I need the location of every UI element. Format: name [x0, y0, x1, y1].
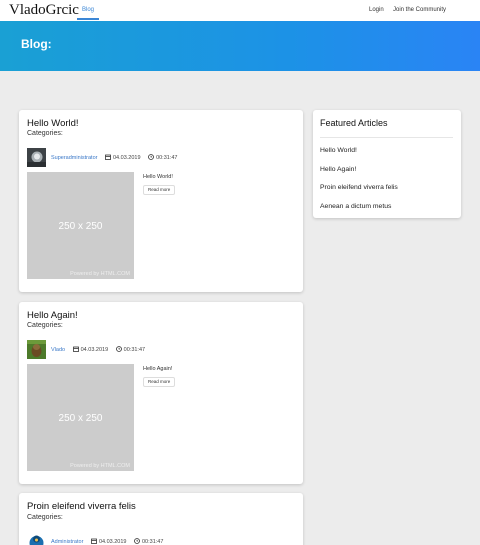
post-time: 00:31:47: [142, 539, 164, 545]
post-card: Hello World! Categories: Superadministra…: [19, 110, 303, 292]
thumbnail-size-label: 250 x 250: [58, 221, 103, 232]
post-categories: Categories:: [27, 130, 63, 137]
post-date: 04.03.2019: [98, 539, 127, 545]
post-card: Proin eleifend viverra felis Categories:…: [19, 493, 303, 545]
divider: [320, 137, 453, 138]
post-time: 00:31:47: [156, 155, 178, 161]
thumbnail-watermark: Powered by HTML.COM: [70, 271, 130, 277]
post-categories: Categories:: [27, 322, 63, 329]
post-author-link[interactable]: Superadministrator: [51, 155, 97, 161]
nav-link-login[interactable]: Login: [369, 0, 384, 21]
avatar: [27, 148, 46, 167]
featured-title: Featured Articles: [320, 118, 388, 128]
featured-article-link[interactable]: Hello Again!: [320, 166, 356, 173]
post-date: 04.03.2019: [113, 155, 141, 161]
post-card: Hello Again! Categories: Vlado 04.03.201…: [19, 302, 303, 484]
post-excerpt: Hello World!: [143, 174, 173, 180]
calendar-icon: [105, 154, 111, 160]
top-navbar: VladoGrcic Blog Login Join the Community: [0, 0, 480, 21]
clock-icon: [134, 538, 140, 544]
calendar-icon: [91, 538, 97, 544]
post-title[interactable]: Hello World!: [27, 118, 79, 129]
post-author-link[interactable]: Administrator: [51, 539, 83, 545]
post-meta: Superadministrator 04.03.2019 00:31:47: [51, 154, 183, 161]
post-date: 04.03.2019: [80, 347, 109, 353]
post-author-link[interactable]: Vlado: [51, 347, 65, 353]
avatar: [27, 531, 46, 545]
post-excerpt: Hello Again!: [143, 366, 173, 372]
thumbnail-size-label: 250 x 250: [58, 413, 103, 424]
avatar: [27, 340, 46, 359]
calendar-icon: [72, 346, 79, 352]
post-meta: Administrator 04.03.2019 00:31:47: [51, 538, 169, 545]
thumbnail-watermark: Powered by HTML.COM: [70, 463, 130, 469]
read-more-button[interactable]: Read more: [143, 377, 176, 387]
brand-logo[interactable]: VladoGrcic: [9, 2, 79, 19]
post-time: 00:31:47: [123, 347, 146, 353]
post-thumbnail[interactable]: 250 x 250 Powered by HTML.COM: [27, 172, 134, 279]
hero-banner: Blog:: [0, 21, 480, 71]
featured-article-link[interactable]: Proin eleifend viverra felis: [320, 184, 398, 191]
read-more-button[interactable]: Read more: [143, 185, 176, 195]
post-thumbnail[interactable]: 250 x 250 Powered by HTML.COM: [27, 364, 134, 471]
clock-icon: [148, 154, 154, 160]
post-title[interactable]: Hello Again!: [27, 310, 78, 321]
featured-article-link[interactable]: Aenean a dictum metus: [320, 203, 391, 210]
post-meta: Vlado 04.03.2019 00:31:47: [51, 346, 151, 353]
post-categories: Categories:: [27, 514, 63, 521]
nav-link-blog[interactable]: Blog: [77, 0, 99, 20]
post-title[interactable]: Proin eleifend viverra felis: [27, 501, 136, 512]
featured-articles-panel: Featured Articles Hello World! Hello Aga…: [313, 110, 461, 218]
page-title: Blog:: [21, 37, 52, 51]
clock-icon: [115, 346, 122, 352]
featured-article-link[interactable]: Hello World!: [320, 147, 357, 154]
nav-link-join-community[interactable]: Join the Community: [393, 0, 446, 21]
